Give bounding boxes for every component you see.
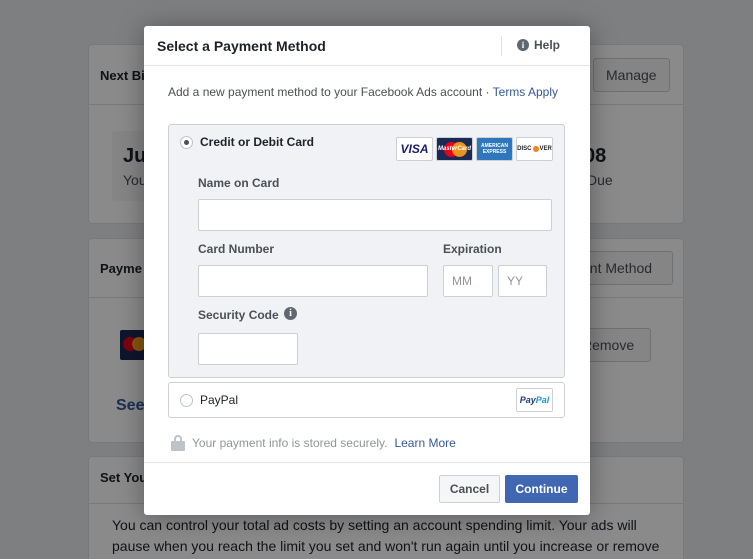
visa-text: VISA (400, 142, 429, 156)
card-number-label: Card Number (198, 242, 275, 256)
dialog-header: Select a Payment Method i Help (144, 26, 590, 66)
security-code-info-icon[interactable]: i (284, 307, 297, 320)
name-on-card-input[interactable] (198, 199, 552, 231)
paypal-logo-text-a: Pay (519, 395, 536, 405)
credit-card-option-panel: Credit or Debit Card VISA MasterCard AME… (168, 124, 565, 378)
credit-card-radio[interactable] (180, 136, 193, 149)
terms-apply-link[interactable]: Terms Apply (493, 85, 558, 99)
discover-logo-icon: DISC VER (516, 137, 553, 161)
expiration-year-input[interactable] (498, 265, 547, 297)
payment-method-dialog: Select a Payment Method i Help Add a new… (144, 26, 590, 515)
expiration-label: Expiration (443, 242, 502, 256)
security-code-label: Security Code (198, 308, 279, 322)
dialog-footer: Cancel Continue (144, 462, 590, 515)
paypal-label: PayPal (200, 393, 239, 407)
paypal-option-panel[interactable]: PayPal Pay Pal (168, 382, 565, 418)
paypal-logo-icon: Pay Pal (516, 388, 553, 412)
mastercard-text: MasterCard (437, 146, 471, 152)
expiration-month-input[interactable] (443, 265, 493, 297)
learn-more-link[interactable]: Learn More (394, 436, 455, 450)
security-code-input[interactable] (198, 333, 298, 365)
card-number-input[interactable] (198, 265, 428, 297)
paypal-logo-text-b: Pal (535, 395, 550, 405)
discover-text-a: DISC (517, 146, 532, 152)
help-button[interactable]: i Help (517, 38, 560, 52)
discover-text-b: VER (539, 146, 552, 152)
secure-notice: Your payment info is stored securely. Le… (171, 435, 456, 451)
secure-text: Your payment info is stored securely. (192, 436, 388, 450)
cancel-button[interactable]: Cancel (439, 475, 500, 503)
dialog-title: Select a Payment Method (157, 38, 326, 54)
amex-text-2: EXPRESS (482, 149, 507, 155)
intro-label: Add a new payment method to your Faceboo… (168, 85, 493, 99)
amex-logo-icon: AMERICAN EXPRESS (476, 137, 513, 161)
visa-logo-icon: VISA (396, 137, 433, 161)
info-icon: i (517, 39, 529, 51)
lock-icon (171, 435, 185, 451)
paypal-radio[interactable] (180, 394, 193, 407)
name-on-card-label: Name on Card (198, 176, 280, 190)
credit-card-label: Credit or Debit Card (200, 135, 315, 149)
continue-button[interactable]: Continue (505, 475, 578, 503)
help-label: Help (534, 38, 561, 52)
intro-text: Add a new payment method to your Faceboo… (168, 85, 558, 99)
header-divider (501, 36, 502, 56)
mastercard-logo-icon: MasterCard (436, 137, 473, 161)
